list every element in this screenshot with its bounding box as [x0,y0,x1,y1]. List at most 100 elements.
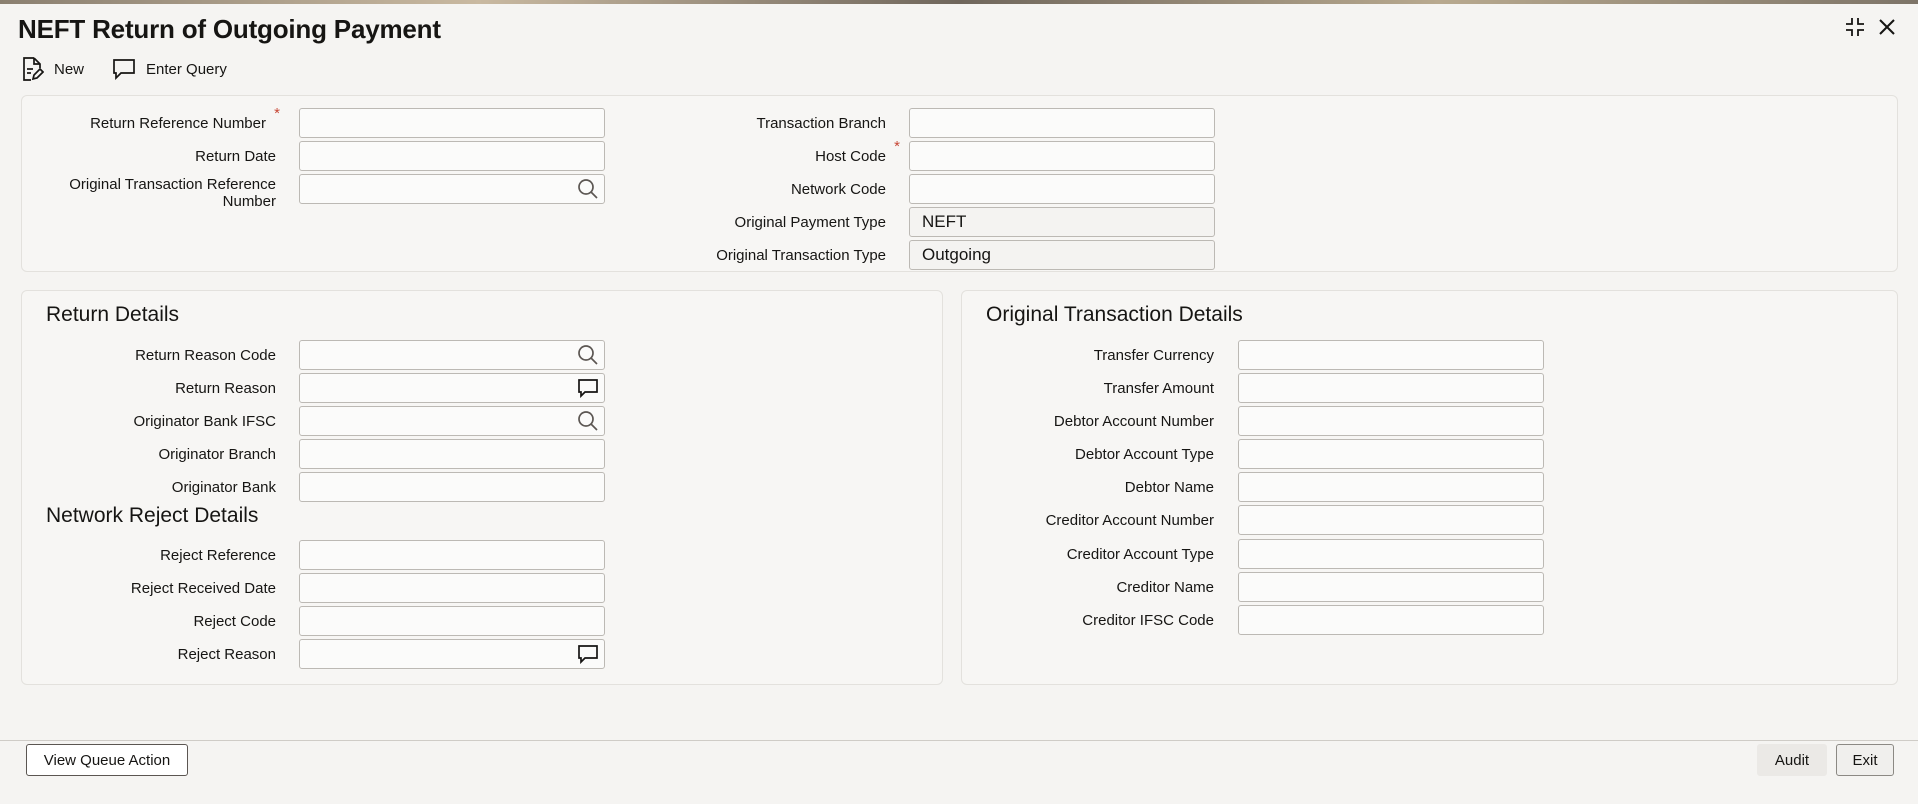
network-code-label: Network Code [790,180,886,198]
creditor-account-type-label: Creditor Account Type [1066,545,1214,563]
host-code-row: Host Code * [622,138,906,172]
reject-code-row: Reject Code [22,605,276,637]
original-transaction-reference-label-line1: Original Transaction Reference [69,176,276,193]
return-reference-number-label: Return Reference Number [90,114,266,132]
reject-code-input[interactable] [299,606,605,636]
return-reason-label: Return Reason [175,379,276,397]
return-reference-number-row: Return Reference Number * [22,105,282,139]
network-code-input[interactable] [909,174,1215,204]
audit-button[interactable]: Audit [1757,744,1827,776]
comment-icon[interactable] [575,375,601,401]
transaction-branch-label: Transaction Branch [756,114,886,132]
transaction-branch-row: Transaction Branch [622,107,886,139]
creditor-account-number-input[interactable] [1238,505,1544,535]
originator-branch-row: Originator Branch [22,438,276,470]
reject-received-date-input[interactable] [299,573,605,603]
new-document-icon [20,56,44,82]
original-transaction-type-value [909,240,1215,270]
original-transaction-details-panel: Original Transaction Details Transfer Cu… [961,290,1898,685]
debtor-name-row: Debtor Name [962,471,1214,503]
debtor-account-type-input[interactable] [1238,439,1544,469]
chat-bubble-icon [112,58,136,80]
network-reject-details-title: Network Reject Details [46,504,259,527]
enter-query-button[interactable]: Enter Query [112,58,227,80]
creditor-name-label: Creditor Name [1116,578,1214,596]
enter-query-label: Enter Query [146,60,227,78]
reject-code-label: Reject Code [193,612,276,630]
return-date-label: Return Date [195,147,276,165]
originator-bank-ifsc-input[interactable] [299,406,605,436]
return-date-row: Return Date [22,140,276,172]
top-decoration-strip [0,0,1918,4]
network-code-row: Network Code [622,173,886,205]
reject-reason-input[interactable] [299,639,605,669]
new-button[interactable]: New [20,56,84,82]
original-transaction-reference-label-line2: Number [222,193,276,210]
view-queue-action-button[interactable]: View Queue Action [26,744,188,776]
required-marker: * [894,138,900,155]
header-panel: Return Reference Number * Return Date Or… [21,95,1898,272]
window-title: NEFT Return of Outgoing Payment [18,14,441,44]
original-payment-type-label: Original Payment Type [734,213,886,231]
search-icon[interactable] [575,176,601,202]
debtor-account-type-label: Debtor Account Type [1075,445,1214,463]
return-reference-number-input[interactable] [299,108,605,138]
reject-received-date-label: Reject Received Date [130,579,276,597]
host-code-input[interactable] [909,141,1215,171]
original-transaction-reference-number-input[interactable] [299,174,605,204]
creditor-account-number-label: Creditor Account Number [1045,511,1214,529]
return-details-panel: Return Details Return Reason Code Return… [21,290,943,685]
creditor-ifsc-code-row: Creditor IFSC Code [962,604,1214,636]
original-transaction-details-title: Original Transaction Details [986,303,1243,326]
original-transaction-type-label: Original Transaction Type [716,246,886,264]
transfer-amount-input[interactable] [1238,373,1544,403]
debtor-name-label: Debtor Name [1124,478,1214,496]
originator-bank-label: Originator Bank [171,478,276,496]
reject-reason-label: Reject Reason [177,645,276,663]
transaction-branch-input[interactable] [909,108,1215,138]
return-reason-input[interactable] [299,373,605,403]
search-icon[interactable] [575,342,601,368]
creditor-name-row: Creditor Name [962,571,1214,603]
debtor-account-number-label: Debtor Account Number [1053,412,1214,430]
reject-received-date-row: Reject Received Date [22,572,276,604]
debtor-account-number-input[interactable] [1238,406,1544,436]
return-reason-code-input[interactable] [299,340,605,370]
toolbar: New Enter Query [20,52,227,86]
return-date-input[interactable] [299,141,605,171]
originator-branch-label: Originator Branch [158,445,276,463]
original-transaction-reference-number-row: Original Transaction Reference Number [22,173,276,213]
original-transaction-type-row: Original Transaction Type [622,239,886,271]
original-payment-type-value [909,207,1215,237]
comment-icon[interactable] [575,641,601,667]
original-payment-type-row: Original Payment Type [622,206,886,238]
originator-bank-input[interactable] [299,472,605,502]
creditor-account-type-row: Creditor Account Type [962,538,1214,570]
search-icon[interactable] [575,408,601,434]
reject-reference-row: Reject Reference [22,539,276,571]
creditor-account-type-input[interactable] [1238,539,1544,569]
return-reason-row: Return Reason [22,372,276,404]
creditor-name-input[interactable] [1238,572,1544,602]
reject-reason-row: Reject Reason [22,638,276,670]
new-button-label: New [54,60,85,78]
originator-branch-input[interactable] [299,439,605,469]
transfer-currency-row: Transfer Currency [962,339,1214,371]
debtor-account-type-row: Debtor Account Type [962,438,1214,470]
originator-bank-row: Originator Bank [22,471,276,503]
creditor-ifsc-code-label: Creditor IFSC Code [1082,611,1214,629]
transfer-amount-row: Transfer Amount [962,372,1214,404]
originator-bank-ifsc-label: Originator Bank IFSC [133,412,276,430]
close-icon[interactable] [1874,14,1900,40]
return-reason-code-label: Return Reason Code [135,346,276,364]
footer-divider [0,740,1918,741]
transfer-amount-label: Transfer Amount [1103,379,1214,397]
reject-reference-label: Reject Reference [160,546,276,564]
exit-button[interactable]: Exit [1836,744,1894,776]
creditor-ifsc-code-input[interactable] [1238,605,1544,635]
reject-reference-input[interactable] [299,540,605,570]
collapse-icon[interactable] [1842,14,1868,40]
debtor-name-input[interactable] [1238,472,1544,502]
required-marker: * [274,105,280,122]
transfer-currency-input[interactable] [1238,340,1544,370]
